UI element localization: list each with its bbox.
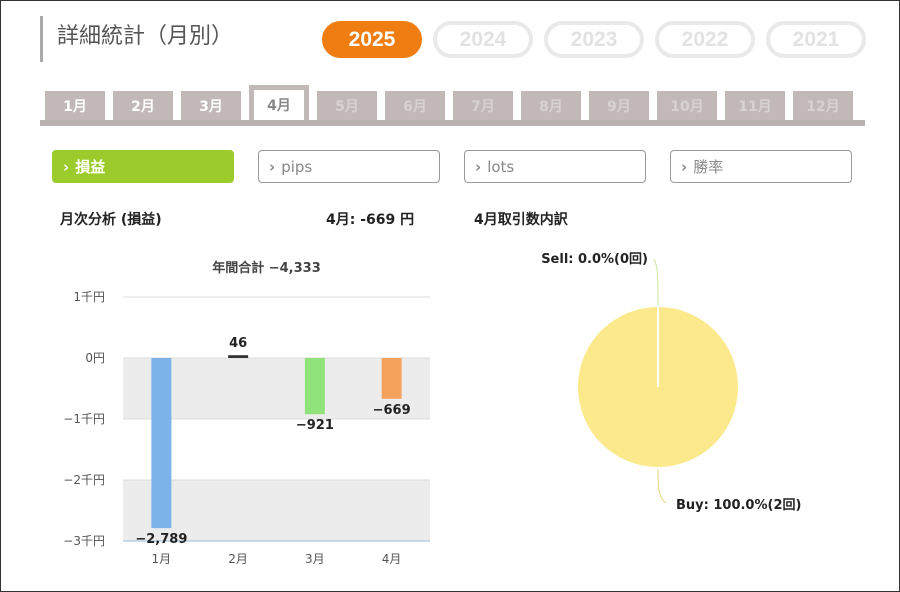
year-tab-2025[interactable]: 2025 (322, 21, 422, 58)
pie-label-sell: Sell: 0.0%(0回) (541, 252, 648, 267)
page-title: 詳細統計（月別） (57, 24, 234, 49)
x-tick-label: 4月 (382, 552, 402, 566)
month-tab-11[interactable]: 11月 (725, 91, 785, 120)
month-tab-2[interactable]: 2月 (113, 91, 173, 120)
pie-label-buy: Buy: 100.0%(2回) (676, 498, 801, 513)
metric-tab-profit[interactable]: › 損益 (52, 150, 234, 183)
metric-tab-winrate[interactable]: › 勝率 (670, 150, 852, 183)
metric-tab-label: lots (487, 157, 515, 176)
data-label: −669 (373, 403, 411, 418)
chevron-right-icon: › (681, 157, 688, 176)
month-tab-6[interactable]: 6月 (385, 91, 445, 120)
chevron-right-icon: › (475, 157, 482, 176)
month-tabs: 1月 2月 3月 4月 5月 6月 7月 8月 9月 10月 11月 12月 (45, 85, 853, 120)
metric-tab-lots[interactable]: › lots (464, 150, 646, 183)
metric-tab-label: 損益 (75, 158, 106, 176)
metric-tabs: › 損益 › pips › lots › 勝率 (52, 150, 852, 183)
year-tab-2022[interactable]: 2022 (655, 21, 755, 58)
month-summary: 4月: -669 円 (326, 212, 415, 228)
data-label: 46 (229, 336, 247, 351)
year-tab-2024[interactable]: 2024 (433, 21, 533, 58)
month-tab-10[interactable]: 10月 (657, 91, 717, 120)
chevron-right-icon: › (269, 157, 276, 176)
x-tick-label: 1月 (152, 552, 172, 566)
month-tab-3[interactable]: 3月 (181, 91, 241, 120)
sell-leader-line (653, 258, 659, 306)
month-tab-underline (40, 120, 865, 126)
chart-title: 年間合計 −4,333 (212, 260, 321, 276)
monthly-pnl-bar-chart: 年間合計 −4,333 1千円 0円 −1千円 −2千円 −3千円 −2,789 1月 46 2月… (63, 260, 430, 566)
metric-tab-pips[interactable]: › pips (258, 150, 440, 183)
monthly-analysis-heading: 月次分析 (損益) (60, 212, 162, 228)
y-tick-label: 1千円 (73, 290, 105, 304)
x-tick-label: 3月 (305, 552, 325, 566)
trade-breakdown-heading: 4月取引数内訳 (474, 212, 568, 228)
y-tick-label: −2千円 (63, 473, 105, 487)
bar-2月 (228, 355, 249, 358)
month-tab-12[interactable]: 12月 (793, 91, 853, 120)
year-tab-2023[interactable]: 2023 (544, 21, 644, 58)
month-tab-1[interactable]: 1月 (45, 91, 105, 120)
y-tick-label: −3千円 (63, 534, 105, 548)
metric-tab-label: pips (281, 157, 313, 176)
x-tick-label: 2月 (228, 552, 248, 566)
bar-1月 (151, 358, 172, 529)
data-label: −2,789 (135, 532, 187, 547)
month-tab-4[interactable]: 4月 (249, 85, 309, 120)
trade-breakdown-pie-chart: Sell: 0.0%(0回) Buy: 100.0%(2回) (541, 252, 801, 513)
month-tab-8[interactable]: 8月 (521, 91, 581, 120)
chevron-right-icon: › (63, 157, 70, 176)
title-block: 詳細統計（月別） (40, 16, 233, 62)
month-tab-7[interactable]: 7月 (453, 91, 513, 120)
y-tick-label: −1千円 (63, 412, 105, 426)
data-label: −921 (296, 418, 334, 433)
bar-3月 (304, 358, 325, 415)
metric-tab-label: 勝率 (693, 158, 724, 176)
year-tabs: 2025 2024 2023 2022 2021 (322, 21, 866, 58)
y-tick-label: 0円 (85, 351, 105, 365)
month-tab-5[interactable]: 5月 (317, 91, 377, 120)
bar-4月 (381, 358, 402, 399)
month-tab-9[interactable]: 9月 (589, 91, 649, 120)
year-tab-2021[interactable]: 2021 (766, 21, 866, 58)
buy-leader-line (657, 468, 667, 504)
